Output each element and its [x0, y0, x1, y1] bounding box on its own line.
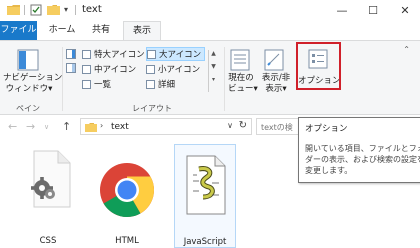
tooltip-title: オプション: [305, 124, 348, 134]
close-button[interactable]: ✕: [390, 0, 420, 21]
search-placeholder: textの検: [261, 123, 293, 132]
refresh-icon[interactable]: ↻: [239, 120, 247, 131]
tab-view[interactable]: 表示: [123, 21, 161, 41]
search-input[interactable]: textの検: [256, 118, 304, 135]
details-pane-icon[interactable]: [66, 63, 76, 76]
window-title: text: [82, 4, 102, 15]
navigation-pane-label-1: ナビゲーション: [3, 73, 63, 83]
file-name: HTML: [115, 236, 139, 246]
layout-large-icons[interactable]: 大アイコン: [146, 47, 206, 61]
show-hide-label-1: 表示/非: [261, 73, 291, 83]
current-view-label-2: ビュー▾: [228, 84, 258, 94]
layout-small-icons[interactable]: 小アイコン: [146, 63, 200, 75]
chevron-down-icon[interactable]: ∨: [227, 121, 233, 130]
address-path: text: [111, 122, 129, 132]
chevron-up-icon[interactable]: ⌃: [403, 45, 410, 54]
current-view-label-1: 現在の: [228, 73, 254, 83]
file-name: CSS: [39, 236, 57, 246]
title-bar: ▾ text — ☐ ✕: [0, 0, 420, 21]
minimize-button[interactable]: —: [327, 0, 357, 21]
layout-extra-large-icons[interactable]: 特大アイコン: [82, 48, 145, 60]
file-item-javascript[interactable]: JavaScript: [174, 144, 236, 248]
forward-arrow-icon[interactable]: →: [26, 120, 35, 133]
folder-icon: [85, 122, 97, 135]
chrome-icon: [99, 162, 155, 221]
layout-item-label: 小アイコン: [158, 65, 201, 75]
options-highlight: [296, 42, 341, 90]
layout-details[interactable]: 詳細: [146, 78, 175, 90]
extra-large-icons-icon: [82, 49, 91, 59]
large-icons-icon: [147, 49, 156, 59]
layout-item-label: 大アイコン: [159, 50, 202, 60]
layout-item-label: 詳細: [158, 80, 176, 90]
layout-item-label: 中アイコン: [94, 65, 137, 75]
layout-list[interactable]: 一覧: [82, 78, 111, 90]
small-icons-icon: [146, 64, 155, 74]
file-name: JavaScript: [183, 237, 227, 247]
preview-pane-icon[interactable]: [66, 49, 76, 62]
navigation-pane-icon: [17, 49, 39, 74]
maximize-button[interactable]: ☐: [358, 0, 388, 21]
new-folder-icon[interactable]: [47, 4, 60, 18]
show-hide-label-2: 表示▾: [265, 84, 287, 94]
file-item-css[interactable]: CSS: [18, 144, 78, 248]
tab-share[interactable]: 共有: [86, 21, 116, 40]
tab-file[interactable]: ファイル: [0, 21, 37, 40]
medium-icons-icon: [82, 64, 91, 74]
list-icon: [82, 79, 91, 89]
chevron-up-icon[interactable]: ▲: [209, 50, 218, 57]
layout-medium-icons[interactable]: 中アイコン: [82, 63, 136, 75]
current-view-button[interactable]: 現在の ビュー▾: [228, 73, 258, 95]
layout-item-label: 特大アイコン: [94, 50, 145, 60]
pane-group-label: ペイン: [16, 104, 40, 113]
more-icon[interactable]: ▾: [209, 76, 218, 83]
properties-icon[interactable]: [30, 4, 42, 19]
tab-home[interactable]: ホーム: [44, 21, 80, 40]
address-field[interactable]: › text ∨ ↻: [80, 118, 252, 135]
tooltip-body: 開いている項目、ファイルとフォル ダーの表示、および検索の設定を 変更します。: [305, 144, 420, 175]
ribbon-tabs: ファイル ホーム 共有 表示: [0, 21, 420, 41]
css-file-icon: [28, 150, 72, 211]
current-view-icon: [230, 49, 250, 74]
quick-access-dropdown-icon[interactable]: ▾: [64, 5, 68, 14]
layout-scroll[interactable]: ▲ ▼ ▾: [208, 50, 218, 92]
script-file-icon: [185, 155, 227, 218]
chevron-down-icon[interactable]: ▼: [209, 63, 218, 70]
file-item-html[interactable]: HTML: [97, 144, 157, 248]
folder-icon[interactable]: [7, 4, 20, 18]
recent-locations-icon[interactable]: ∨: [44, 123, 49, 131]
back-arrow-icon[interactable]: ←: [8, 120, 17, 133]
ribbon: ナビゲーション ウィンドウ▾ ペイン 特大アイコン 大アイコン 中アイコン 小ア…: [0, 40, 420, 115]
options-tooltip: オプション 開いている項目、ファイルとフォル ダーの表示、および検索の設定を 変…: [298, 117, 420, 183]
show-hide-icon: [264, 49, 284, 74]
show-hide-button[interactable]: 表示/非 表示▾: [258, 73, 294, 95]
navigation-pane-button[interactable]: ナビゲーション ウィンドウ▾: [3, 73, 63, 95]
navigation-pane-label-2: ウィンドウ▾: [5, 84, 53, 94]
up-arrow-icon[interactable]: ↑: [62, 120, 71, 133]
details-icon: [146, 79, 155, 89]
layout-group-label: レイアウト: [132, 104, 172, 113]
layout-item-label: 一覧: [94, 80, 112, 90]
chevron-right-icon: ›: [100, 121, 104, 130]
